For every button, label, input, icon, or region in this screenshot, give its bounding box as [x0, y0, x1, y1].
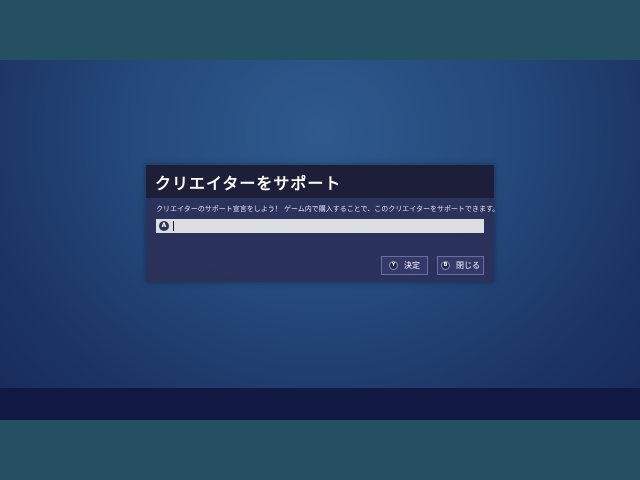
letterbox-top: [0, 0, 640, 60]
creator-code-input[interactable]: [176, 219, 476, 233]
creator-code-field[interactable]: A: [156, 219, 484, 233]
dialog-message: クリエイターのサポート宣言をしよう！ ゲーム内で購入することで、このクリエイター…: [156, 205, 500, 213]
dialog-header: クリエイターをサポート: [146, 165, 494, 198]
close-button-label: 閉じる: [456, 261, 480, 270]
confirm-button[interactable]: Y 決定: [381, 256, 428, 275]
text-caret: [173, 221, 174, 231]
support-creator-dialog: クリエイターをサポート クリエイターのサポート宣言をしよう！ ゲーム内で購入する…: [146, 165, 499, 282]
close-button[interactable]: B 閉じる: [437, 256, 484, 275]
confirm-button-label: 決定: [404, 261, 420, 270]
game-screen: クリエイターをサポート クリエイターのサポート宣言をしよう！ ゲーム内で購入する…: [0, 60, 640, 420]
b-button-icon: B: [441, 261, 450, 270]
dialog-title: クリエイターをサポート: [155, 174, 342, 193]
a-button-icon: A: [159, 221, 169, 231]
y-button-icon: Y: [389, 261, 398, 270]
letterbox-bottom: [0, 420, 640, 480]
bottom-bar: [0, 388, 640, 420]
